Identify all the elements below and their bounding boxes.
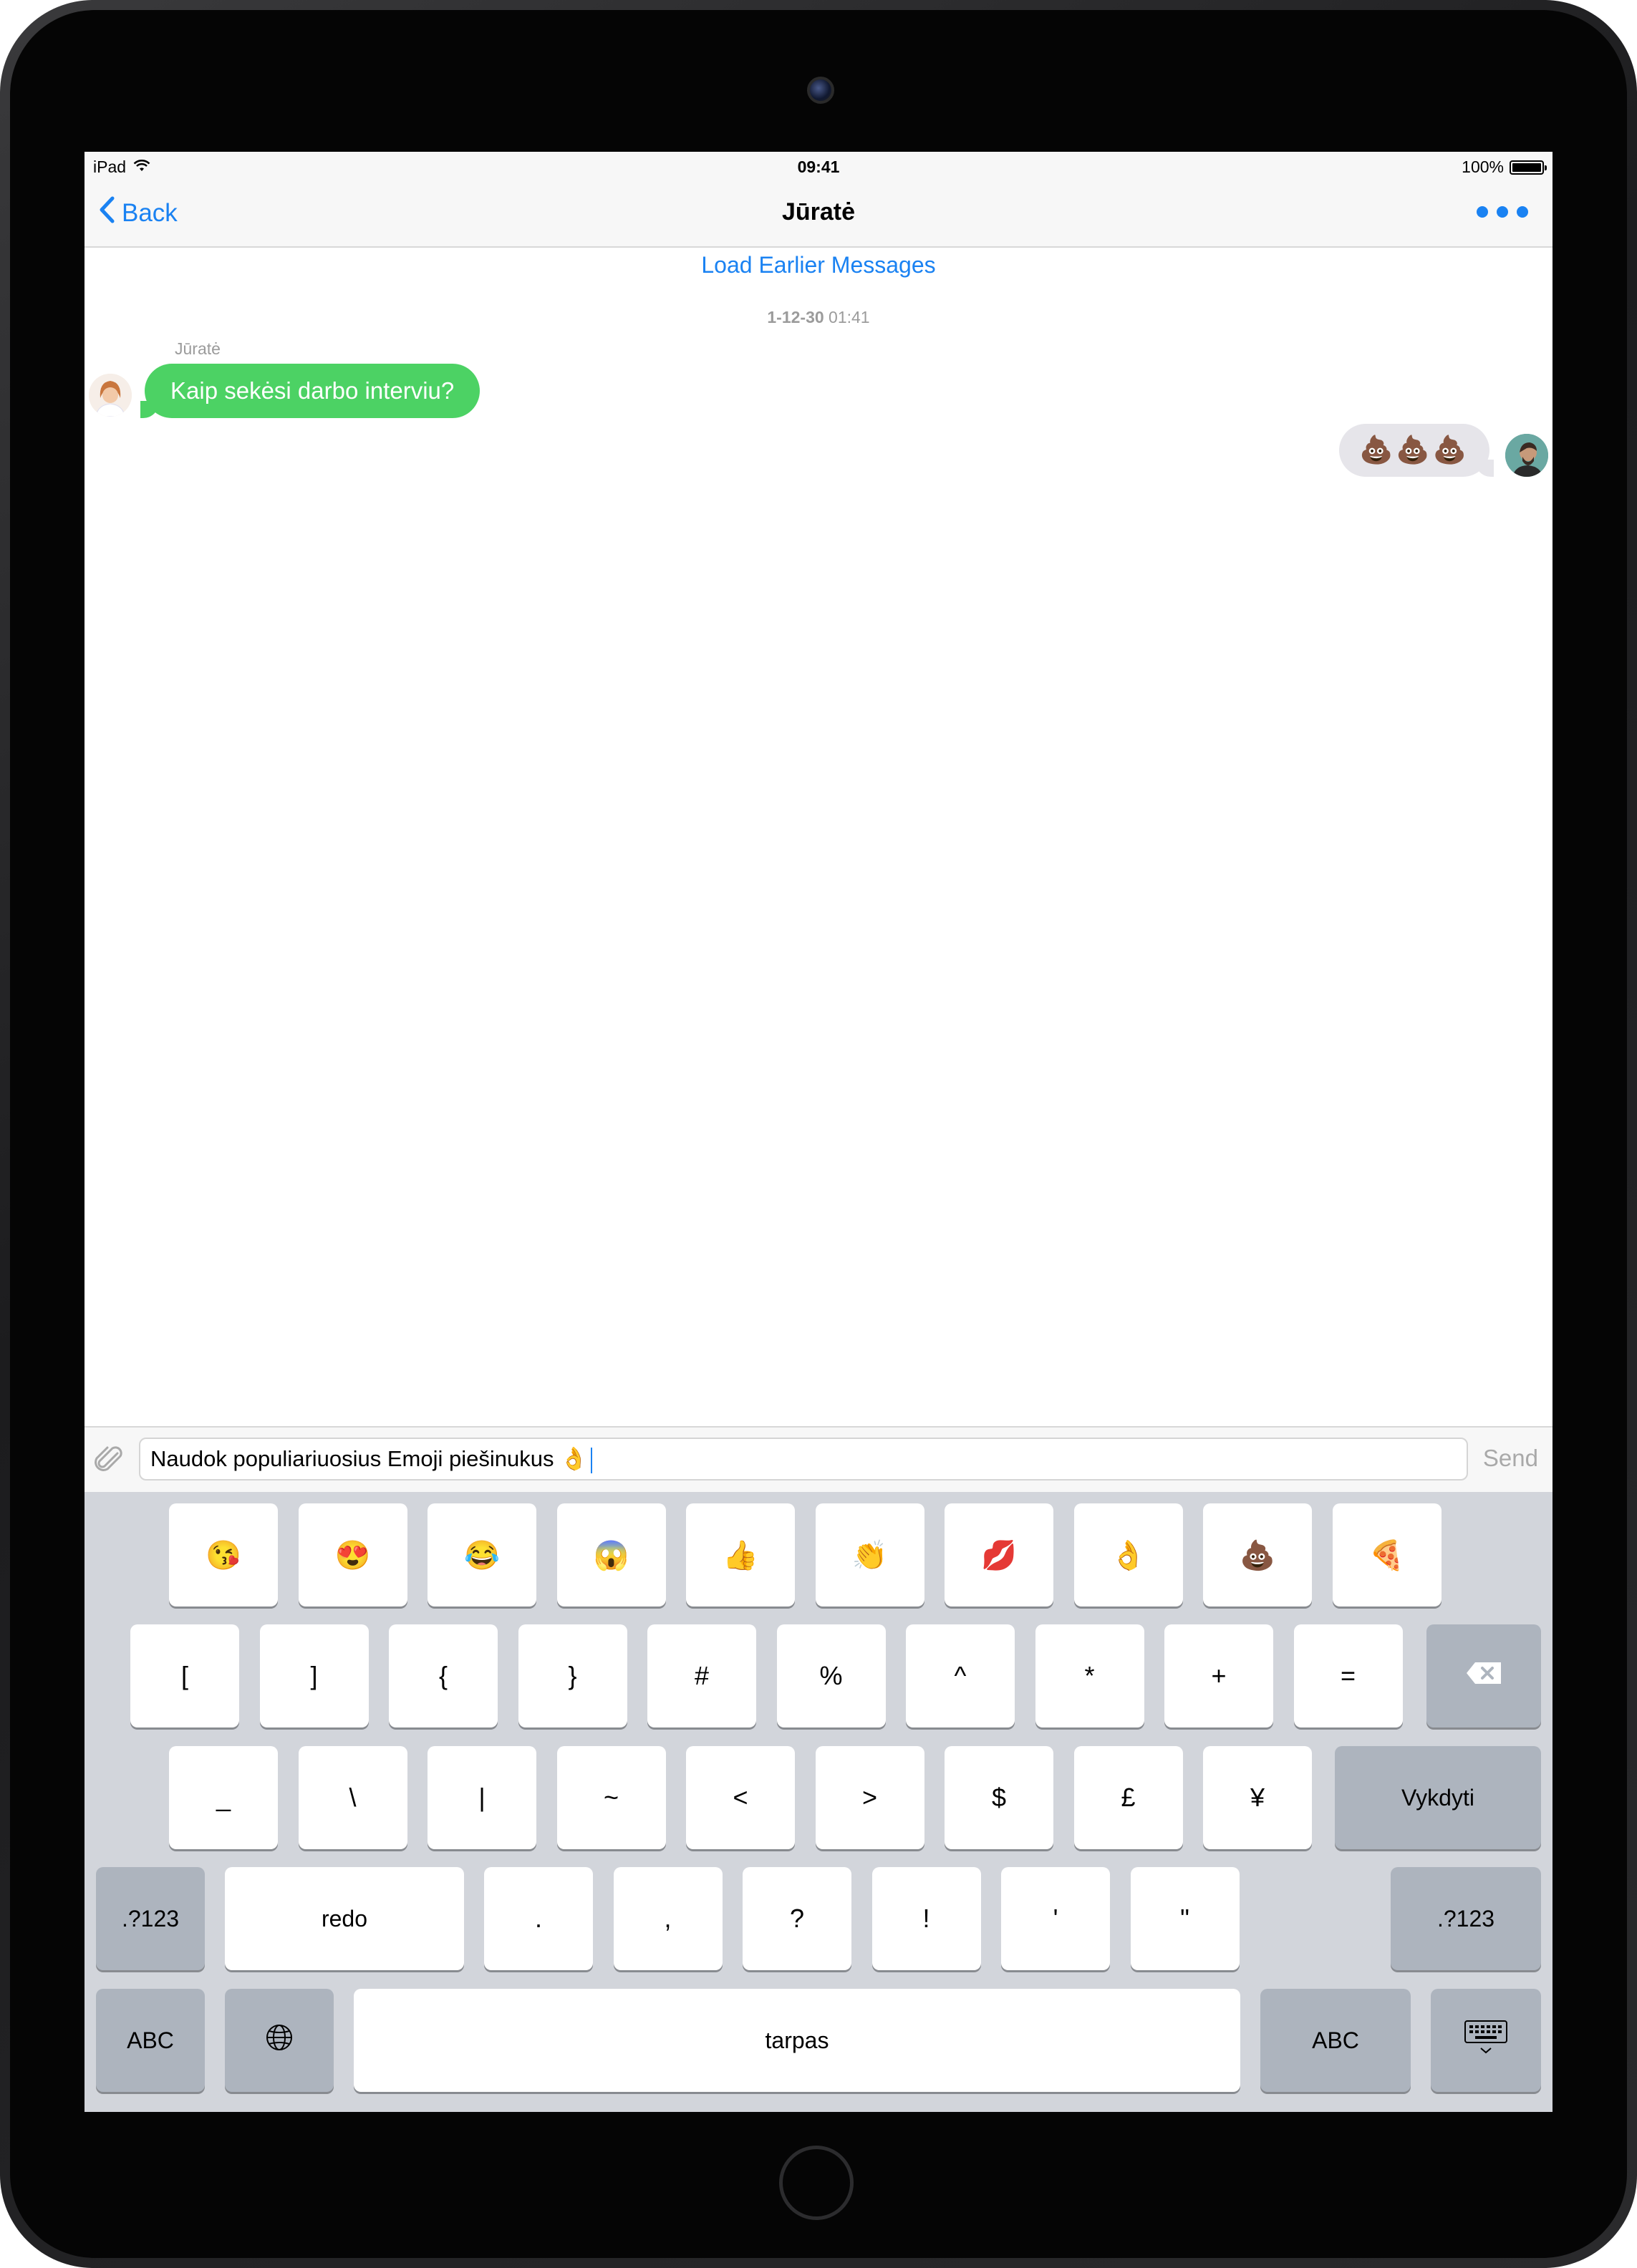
numbers-key-right[interactable]: .?123 [1391,1867,1541,1970]
incoming-message-bubble[interactable]: Kaip sekėsi darbo interviu? [140,364,481,418]
symbol-key-4[interactable]: < [686,1746,795,1849]
symbol-key-1[interactable]: \ [298,1746,407,1849]
symbol-key-3[interactable]: ~ [556,1746,666,1849]
battery-icon [1510,160,1547,175]
space-key[interactable]: tarpas [354,1989,1240,2092]
punctuation-key-4[interactable]: ' [1001,1867,1110,1970]
numbers-key-left[interactable]: .?123 [96,1867,205,1970]
emoji-key-3[interactable]: 😱 [556,1503,666,1606]
battery-percent: 100% [1462,158,1504,176]
symbol-key-5[interactable]: > [815,1746,924,1849]
symbol-key-2[interactable]: | [428,1746,536,1849]
load-earlier-button[interactable]: Load Earlier Messages [84,252,1553,278]
symbol-key-3[interactable]: } [518,1624,627,1727]
front-camera [807,77,834,104]
punctuation-key-0[interactable]: . [484,1867,593,1970]
outgoing-message-bubble[interactable]: 💩💩💩 [1339,424,1494,477]
emoji-key-1[interactable]: 😍 [298,1503,407,1606]
backspace-icon [1465,1661,1502,1692]
keyboard-dismiss-icon [1464,2020,1508,2062]
emoji-key-0[interactable]: 😘 [169,1503,278,1606]
symbol-key-6[interactable]: ^ [906,1624,1015,1727]
punctuation-key-1[interactable]: , [613,1867,723,1970]
symbol-key-9[interactable]: = [1293,1624,1403,1727]
emoji-key-8[interactable]: 💩 [1203,1503,1312,1606]
punctuation-key-3[interactable]: ! [871,1867,981,1970]
symbol-key-0[interactable]: _ [169,1746,278,1849]
backspace-key[interactable] [1426,1624,1541,1727]
screen: iPad 09:41 100% Back Jūratė Load Earlier… [84,152,1553,2112]
avatar[interactable] [1505,434,1548,477]
symbol-key-8[interactable]: ¥ [1203,1746,1312,1849]
message-input[interactable]: Naudok populiariuosius Emoji piešinukus … [139,1438,1468,1480]
punctuation-key-5[interactable]: " [1130,1867,1240,1970]
paperclip-icon[interactable] [93,1443,126,1480]
return-key[interactable]: Vykdyti [1335,1746,1541,1849]
symbol-key-7[interactable]: £ [1073,1746,1183,1849]
timestamp-date: 1-12-30 [767,308,824,326]
send-button[interactable]: Send [1483,1445,1538,1472]
conversation-title: Jūratė [781,198,856,226]
avatar[interactable] [89,374,132,417]
emoji-key-6[interactable]: 💋 [945,1503,1053,1606]
globe-icon [265,2023,294,2058]
symbol-key-4[interactable]: # [647,1624,756,1727]
symbol-key-7[interactable]: * [1035,1624,1144,1727]
symbol-key-1[interactable]: ] [259,1624,369,1727]
more-icon[interactable] [1477,206,1528,218]
message-input-text: Naudok populiariuosius Emoji piešinukus … [150,1446,588,1471]
symbol-key-5[interactable]: % [776,1624,886,1727]
text-cursor [590,1447,592,1473]
message-timestamp: 1-12-30 01:41 [84,308,1553,327]
symbol-key-6[interactable]: $ [945,1746,1053,1849]
emoji-key-7[interactable]: 👌 [1073,1503,1183,1606]
globe-key[interactable] [225,1989,334,2092]
punctuation-key-2[interactable]: ? [743,1867,851,1970]
keyboard: 😘 😍 😂 😱 👍 👏 💋 👌 💩 🍕 []{} #% ^ * + = _ \ | ~ < > $ £ ¥ Vykdyti … [84,1492,1553,2112]
emoji-key-5[interactable]: 👏 [815,1503,924,1606]
navigation-bar: Back Jūratė [84,180,1553,248]
status-bar: iPad 09:41 100% [84,152,1553,180]
incoming-sender-name: Jūratė [175,339,221,358]
redo-key[interactable]: redo [225,1867,464,1970]
timestamp-time: 01:41 [829,308,870,326]
abc-key-right[interactable]: ABC [1260,1989,1411,2092]
ipad-frame: iPad 09:41 100% Back Jūratė Load Earlier… [0,0,1637,2268]
symbol-key-8[interactable]: + [1164,1624,1273,1727]
message-composer: Naudok populiariuosius Emoji piešinukus … [84,1426,1553,1493]
symbol-key-2[interactable]: { [389,1624,498,1727]
emoji-key-4[interactable]: 👍 [686,1503,795,1606]
keyboard-dismiss-key[interactable] [1431,1989,1541,2092]
emoji-key-9[interactable]: 🍕 [1332,1503,1442,1606]
emoji-key-2[interactable]: 😂 [428,1503,536,1606]
status-time: 09:41 [797,158,840,176]
abc-key-left[interactable]: ABC [96,1989,205,2092]
symbol-key-0[interactable]: [ [130,1624,239,1727]
home-button[interactable] [779,2146,854,2220]
